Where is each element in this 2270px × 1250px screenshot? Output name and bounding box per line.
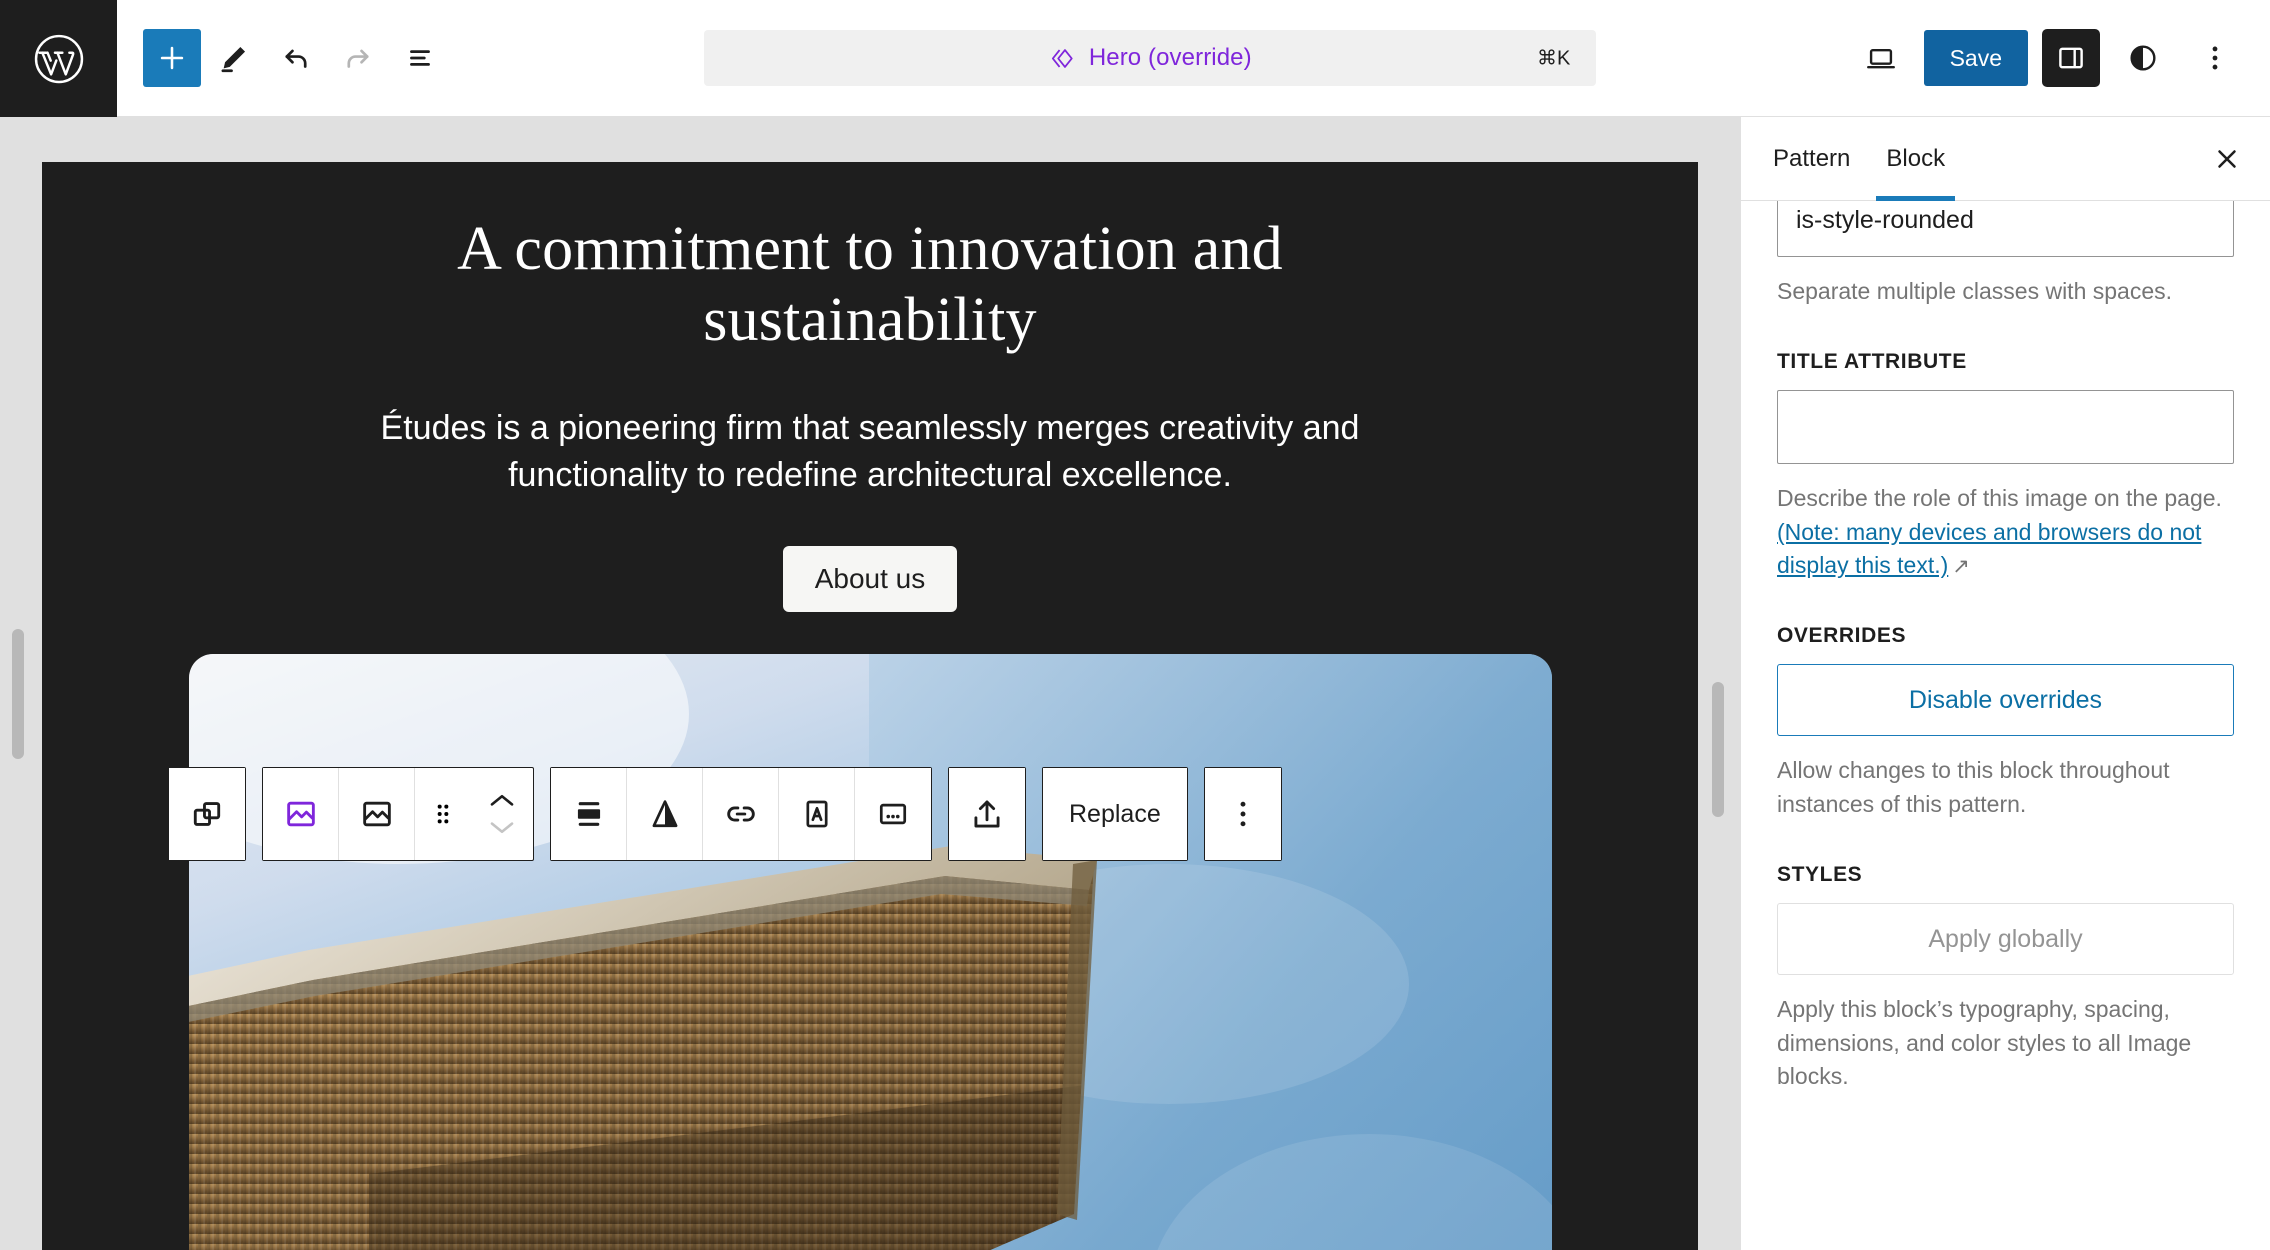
pattern-overlap-icon[interactable] xyxy=(169,768,245,860)
post-content-frame: A commitment to innovation and sustainab… xyxy=(42,162,1698,1250)
editor-body: A commitment to innovation and sustainab… xyxy=(0,117,2270,1250)
command-bar[interactable]: Hero (override) ⌘K xyxy=(704,30,1597,86)
link-icon[interactable] xyxy=(703,768,779,860)
hero-pattern: A commitment to innovation and sustainab… xyxy=(42,162,1698,613)
styles-help: Apply this block’s typography, spacing, … xyxy=(1777,996,2192,1089)
editor-canvas: A commitment to innovation and sustainab… xyxy=(0,117,1740,1250)
header-tools xyxy=(117,0,449,116)
undo-button[interactable] xyxy=(267,29,325,87)
document-overview-button[interactable] xyxy=(391,29,449,87)
wordpress-logo-icon[interactable] xyxy=(0,0,117,117)
save-button[interactable]: Save xyxy=(1923,30,2028,86)
styles-label: STYLES xyxy=(1777,863,1863,887)
header-center: Hero (override) ⌘K xyxy=(449,0,1852,116)
text-over-image-icon[interactable] xyxy=(779,768,855,860)
title-attribute-help: Describe the role of this image on the p… xyxy=(1777,482,2234,582)
additional-css-class-help: Separate multiple classes with spaces. xyxy=(1777,278,2173,304)
block-options-kebab-menu-icon[interactable] xyxy=(1204,768,1281,860)
hero-paragraph[interactable]: Études is a pioneering firm that seamles… xyxy=(335,405,1405,499)
command-bar-shortcut: ⌘K xyxy=(1536,47,1571,70)
canvas-scrollbar-right[interactable] xyxy=(1712,117,1726,1250)
wordpress-block-editor: Hero (override) ⌘K Save A commitment to … xyxy=(0,0,2270,1250)
external-link-icon: ↗ xyxy=(1952,555,1970,579)
title-attribute-input[interactable] xyxy=(1777,390,2234,465)
block-mover xyxy=(415,768,533,860)
redo-button[interactable] xyxy=(329,29,387,87)
replace-button[interactable]: Replace xyxy=(1043,768,1187,860)
desktop-preview-icon[interactable] xyxy=(1852,29,1910,87)
block-toolbar-options-group xyxy=(1203,767,1282,861)
change-block-type-button[interactable] xyxy=(339,768,415,860)
tab-block[interactable]: Block xyxy=(1868,117,1963,201)
hero-heading[interactable]: A commitment to innovation and sustainab… xyxy=(335,214,1405,357)
tab-pattern[interactable]: Pattern xyxy=(1755,117,1868,200)
kebab-menu-icon[interactable] xyxy=(2186,29,2244,87)
title-attribute-help-link[interactable]: (Note: many devices and browsers do not … xyxy=(1777,519,2201,578)
canvas-scrollbar-left[interactable] xyxy=(12,117,26,1250)
about-us-button[interactable]: About us xyxy=(782,546,958,613)
architectural-building-photo xyxy=(188,654,1552,1250)
title-attribute-help-text: Describe the role of this image on the p… xyxy=(1777,485,2222,512)
upload-icon[interactable] xyxy=(949,768,1025,860)
chevron-up-icon[interactable] xyxy=(487,791,517,809)
editor-header: Hero (override) ⌘K Save xyxy=(0,0,2270,117)
block-toolbar-media-group xyxy=(948,767,1026,861)
overrides-help: Allow changes to this block throughout i… xyxy=(1777,757,2170,817)
header-actions: Save xyxy=(1852,0,2270,116)
overrides-label: OVERRIDES xyxy=(1777,624,1907,648)
pattern-icon xyxy=(1051,48,1073,68)
settings-sidebar: Pattern Block is-style-rounded Separate … xyxy=(1740,117,2270,1250)
additional-css-class-field: is-style-rounded Separate multiple class… xyxy=(1777,201,2234,308)
styles-contrast-icon[interactable] xyxy=(2114,29,2172,87)
settings-sidebar-icon[interactable] xyxy=(2042,29,2100,87)
close-icon[interactable] xyxy=(2194,117,2260,200)
block-toolbar-main-group xyxy=(262,767,534,861)
edit-tool-button[interactable] xyxy=(205,29,263,87)
block-toolbar: Replace xyxy=(168,767,1282,861)
additional-css-class-input[interactable]: is-style-rounded xyxy=(1777,201,2234,257)
sidebar-body: is-style-rounded Separate multiple class… xyxy=(1741,201,2270,1250)
drag-dots-icon[interactable] xyxy=(415,768,471,860)
ellipsis-box-icon[interactable] xyxy=(855,768,931,860)
sidebar-tabs: Pattern Block xyxy=(1741,117,2270,201)
image-block-type-button[interactable] xyxy=(263,768,339,860)
image-block[interactable] xyxy=(188,654,1552,1250)
block-toolbar-parent-group xyxy=(168,767,246,861)
align-icon[interactable] xyxy=(551,768,627,860)
title-attribute-label: TITLE ATTRIBUTE xyxy=(1777,350,1967,374)
disable-overrides-button[interactable]: Disable overrides xyxy=(1777,664,2234,737)
command-bar-title: Hero (override) xyxy=(1088,44,1252,71)
add-block-button[interactable] xyxy=(143,29,201,87)
block-toolbar-replace-group: Replace xyxy=(1042,767,1188,861)
crop-rotate-icon[interactable] xyxy=(627,768,703,860)
chevron-down-icon[interactable] xyxy=(487,819,517,837)
block-toolbar-format-group xyxy=(550,767,932,861)
apply-globally-button[interactable]: Apply globally xyxy=(1777,903,2234,976)
